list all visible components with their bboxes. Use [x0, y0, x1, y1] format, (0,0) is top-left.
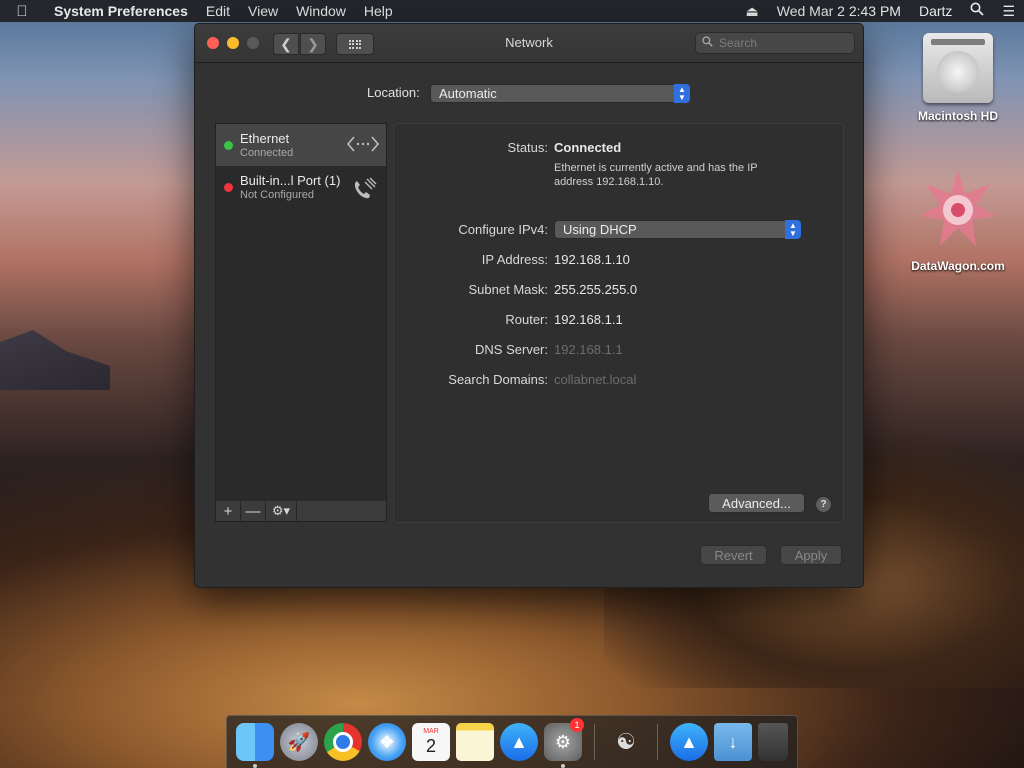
running-indicator	[253, 764, 257, 768]
menu-view[interactable]: View	[239, 0, 287, 22]
dock-separator	[594, 724, 595, 760]
status-dot-connected	[224, 141, 233, 150]
menu-app-name[interactable]: System Preferences	[44, 3, 197, 19]
notification-badge: 1	[570, 718, 584, 732]
launchpad-icon[interactable]: 🚀	[280, 723, 318, 761]
star-emblem-icon	[920, 170, 996, 246]
popup-arrows-icon: ▲ ▼	[674, 84, 690, 103]
subnet-mask-value: 255.255.255.0	[554, 282, 638, 297]
service-actions-button[interactable]: ⚙▾	[266, 501, 297, 521]
revert-button[interactable]: Revert	[700, 545, 767, 565]
network-window: ❮ ❯ Network Location: Automatic ▲▼ Ether…	[194, 23, 864, 588]
dns-server-value: 192.168.1.1	[554, 342, 623, 357]
utility-icon[interactable]: ☯	[607, 723, 645, 761]
service-state: Connected	[240, 147, 294, 159]
status-value: Connected	[554, 140, 622, 155]
calendar-day: 2	[425, 735, 436, 756]
list-icon[interactable]: ☰	[993, 0, 1024, 22]
subnet-mask-label: Subnet Mask:	[468, 282, 549, 297]
search-domains-label: Search Domains:	[448, 372, 548, 387]
network-details-panel: Status: Connected Ethernet is currently …	[393, 123, 844, 523]
window-titlebar[interactable]: ❮ ❯ Network	[195, 24, 863, 63]
add-service-button[interactable]: +	[216, 501, 241, 521]
ip-address-value: 192.168.1.10	[554, 252, 630, 267]
apply-button[interactable]: Apply	[780, 545, 842, 565]
service-state: Not Configured	[240, 189, 314, 201]
calendar-icon[interactable]: MAR 2	[412, 723, 450, 761]
search-field[interactable]	[695, 32, 855, 54]
service-item-builtin-port[interactable]: Built-in...l Port (1) Not Configured	[216, 166, 386, 208]
system-preferences-icon[interactable]: ⚙ 1	[544, 718, 584, 768]
search-input[interactable]	[717, 35, 841, 51]
dock-separator	[657, 724, 658, 760]
apple-icon[interactable]: 	[0, 3, 44, 20]
router-value: 192.168.1.1	[554, 312, 623, 327]
menu-user[interactable]: Dartz	[910, 0, 961, 22]
dns-server-label: DNS Server:	[475, 342, 548, 357]
finder-icon[interactable]	[236, 723, 274, 768]
popup-arrows-icon: ▲ ▼	[785, 220, 801, 239]
ip-address-label: IP Address:	[481, 252, 548, 267]
minus-icon: —	[245, 502, 261, 520]
desktop-icon-label: DataWagon.com	[911, 259, 1005, 273]
service-name: Built-in...l Port (1)	[240, 173, 341, 188]
configure-ipv4-label: Configure IPv4:	[458, 222, 548, 237]
advanced-button[interactable]: Advanced...	[708, 493, 805, 513]
applications-folder-icon[interactable]: ▲	[670, 723, 708, 761]
desktop-icon-label: Macintosh HD	[917, 109, 998, 123]
desktop-icon-datawagon[interactable]: DataWagon.com	[903, 168, 1013, 273]
service-list: Ethernet Connected Built-in...l Port (1)…	[215, 123, 387, 503]
router-label: Router:	[505, 312, 548, 327]
dock: 🚀 ❖ MAR 2 ▲ ⚙ 1 ☯ ▲ ↓	[226, 715, 798, 768]
remove-service-button[interactable]: —	[241, 501, 266, 521]
search-icon[interactable]	[961, 0, 993, 22]
search-icon	[702, 36, 713, 50]
menu-clock[interactable]: Wed Mar 2 2:43 PM	[768, 0, 910, 22]
menu-bar:  System Preferences Edit View Window He…	[0, 0, 1024, 22]
configure-ipv4-popup[interactable]: Using DHCP ▲ ▼	[554, 220, 801, 239]
status-description: Ethernet is currently active and has the…	[554, 162, 758, 188]
ethernet-arrows-icon	[346, 133, 380, 159]
trash-icon[interactable]	[758, 723, 788, 761]
configure-ipv4-value: Using DHCP	[563, 222, 637, 237]
location-value: Automatic	[439, 86, 497, 101]
eject-icon[interactable]: ⏏	[737, 0, 768, 22]
service-item-ethernet[interactable]: Ethernet Connected	[216, 124, 386, 166]
hard-drive-icon	[923, 33, 993, 103]
chrome-icon[interactable]	[324, 723, 362, 761]
app-store-icon[interactable]: ▲	[500, 723, 538, 761]
safari-icon[interactable]: ❖	[368, 723, 406, 761]
service-name: Ethernet	[240, 131, 290, 146]
search-domains-value: collabnet.local	[554, 372, 637, 387]
calendar-month: MAR	[423, 727, 439, 735]
menu-window[interactable]: Window	[287, 0, 355, 22]
service-list-toolbar: + — ⚙▾	[215, 501, 387, 522]
plus-icon: +	[223, 502, 233, 520]
location-popup[interactable]: Automatic ▲ ▼	[430, 84, 690, 103]
status-dot-not-configured	[224, 183, 233, 192]
desktop-icon-macintosh-hd[interactable]: Macintosh HD	[903, 33, 1013, 123]
notes-icon[interactable]	[456, 723, 494, 761]
help-button[interactable]: ?	[815, 496, 832, 513]
menu-bar-extras: ⏏ Wed Mar 2 2:43 PM Dartz ☰	[737, 0, 1024, 22]
status-label: Status:	[507, 140, 548, 155]
menu-help[interactable]: Help	[355, 0, 402, 22]
menu-edit[interactable]: Edit	[197, 0, 239, 22]
running-indicator	[561, 764, 565, 768]
downloads-folder-icon[interactable]: ↓	[714, 723, 752, 761]
phone-icon	[351, 175, 379, 205]
gear-icon: ⚙▾	[271, 503, 291, 518]
location-label: Location:	[367, 85, 420, 100]
